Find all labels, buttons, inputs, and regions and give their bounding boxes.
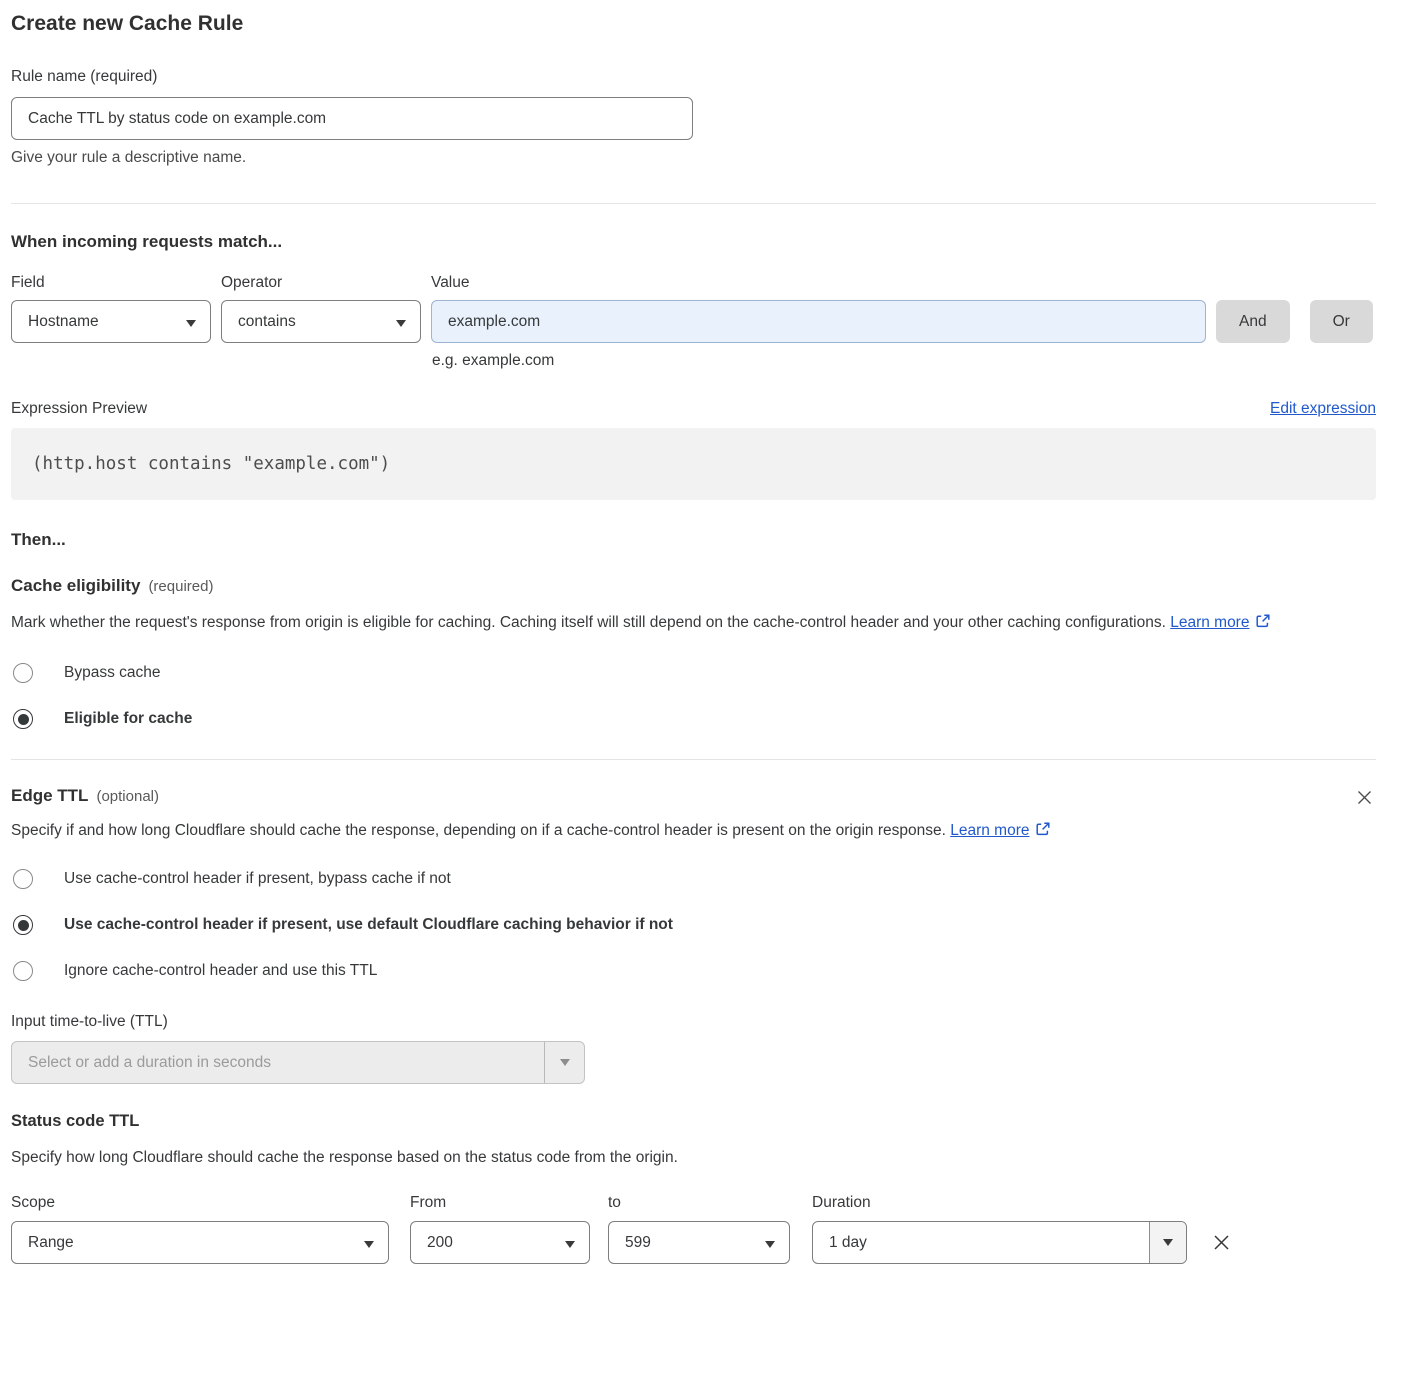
radio-icon [13,709,33,729]
cache-eligibility-heading: Cache eligibility (required) [11,576,1376,596]
learn-more-label: Learn more [950,822,1029,839]
from-select[interactable]: 200 [410,1221,590,1264]
duration-label: Duration [812,1194,1187,1212]
match-heading: When incoming requests match... [11,232,1376,252]
section-divider [11,203,1376,204]
remove-icon [1211,1232,1232,1253]
edge-ttl-header: Edge TTL (optional) [11,786,1376,809]
status-code-ttl-row: Scope Range From 200 to 599 Duration 1 d… [11,1178,1376,1264]
status-code-ttl-heading: Status code TTL [11,1112,1376,1131]
from-label: From [410,1194,590,1212]
radio-icon [13,961,33,981]
to-label: to [608,1194,790,1212]
match-controls-row: Hostname contains And Or [11,300,1376,343]
radio-cache-control-bypass[interactable]: Use cache-control header if present, byp… [11,869,1376,889]
duration-dropdown-button[interactable] [1149,1222,1186,1263]
close-icon [1355,788,1374,807]
value-input[interactable] [431,300,1206,343]
status-code-ttl-description: Specify how long Cloudflare should cache… [11,1144,1361,1172]
edge-ttl-title: Edge TTL [11,786,88,805]
radio-ignore-cache-control[interactable]: Ignore cache-control header and use this… [11,961,1376,981]
chevron-down-icon [765,1241,775,1248]
create-cache-rule-form: Create new Cache Rule Rule name (require… [11,0,1376,1264]
and-button[interactable]: And [1216,300,1290,343]
cache-eligibility-learn-more-link[interactable]: Learn more [1170,614,1271,631]
radio-cache-control-default[interactable]: Use cache-control header if present, use… [11,915,1376,935]
rule-name-help: Give your rule a descriptive name. [11,149,1376,167]
radio-label: Use cache-control header if present, byp… [64,870,451,888]
ttl-duration-dropdown-button[interactable] [544,1042,584,1083]
value-label: Value [431,274,470,292]
duration-select[interactable]: 1 day [812,1221,1187,1264]
remove-status-code-rule-button[interactable] [1209,1230,1234,1255]
ttl-duration-placeholder: Select or add a duration in seconds [12,1042,544,1083]
page-title: Create new Cache Rule [11,12,1376,36]
cache-eligibility-requirement: (required) [148,578,213,595]
rule-name-label: Rule name (required) [11,68,1376,86]
expression-preview-row: Expression Preview Edit expression [11,400,1376,418]
edge-ttl-heading: Edge TTL (optional) [11,786,159,806]
radio-icon [13,869,33,889]
chevron-down-icon [396,320,406,327]
ttl-input-label: Input time-to-live (TTL) [11,1013,1376,1031]
cache-eligibility-description: Mark whether the request's response from… [11,609,1361,637]
chevron-down-icon [186,320,196,327]
external-link-icon [1255,613,1271,629]
edge-ttl-description-text: Specify if and how long Cloudflare shoul… [11,822,946,839]
edge-ttl-learn-more-link[interactable]: Learn more [950,822,1051,839]
field-select-value: Hostname [28,313,99,331]
scope-select[interactable]: Range [11,1221,389,1264]
duration-column: Duration 1 day [812,1178,1187,1264]
then-heading: Then... [11,530,1376,550]
chevron-down-icon [1163,1239,1173,1246]
value-help: e.g. example.com [432,352,1376,370]
field-label: Field [11,274,221,292]
external-link-icon [1035,821,1051,837]
section-divider [11,759,1376,760]
field-select[interactable]: Hostname [11,300,211,343]
expression-code: (http.host contains "example.com") [32,454,390,474]
operator-select-value: contains [238,313,296,331]
operator-select[interactable]: contains [221,300,421,343]
scope-select-value: Range [28,1234,74,1252]
edge-ttl-requirement: (optional) [96,788,159,805]
edit-expression-link[interactable]: Edit expression [1270,400,1376,418]
to-column: to 599 [608,1178,790,1264]
edge-ttl-description: Specify if and how long Cloudflare shoul… [11,817,1361,845]
expression-preview-label: Expression Preview [11,400,147,418]
ttl-duration-select[interactable]: Select or add a duration in seconds [11,1041,585,1084]
radio-label: Use cache-control header if present, use… [64,916,673,934]
chevron-down-icon [364,1241,374,1248]
cache-eligibility-description-text: Mark whether the request's response from… [11,614,1166,631]
to-select-value: 599 [625,1234,651,1252]
cache-eligibility-title: Cache eligibility [11,576,140,595]
scope-label: Scope [11,1194,389,1212]
from-select-value: 200 [427,1234,453,1252]
radio-icon [13,663,33,683]
learn-more-label: Learn more [1170,614,1249,631]
radio-bypass-cache[interactable]: Bypass cache [11,663,1376,683]
rule-name-input[interactable] [11,97,693,140]
match-labels-row: Field Operator Value [11,274,1376,292]
radio-label: Ignore cache-control header and use this… [64,962,377,980]
duration-select-value: 1 day [813,1222,1149,1263]
radio-eligible-for-cache[interactable]: Eligible for cache [11,709,1376,729]
expression-code-block: (http.host contains "example.com") [11,428,1376,500]
chevron-down-icon [565,1241,575,1248]
from-column: From 200 [410,1178,590,1264]
radio-label: Bypass cache [64,664,161,682]
chevron-down-icon [560,1059,570,1066]
scope-column: Scope Range [11,1178,389,1264]
radio-label: Eligible for cache [64,710,192,728]
edge-ttl-close-button[interactable] [1353,786,1376,809]
or-button[interactable]: Or [1310,300,1373,343]
operator-label: Operator [221,274,431,292]
to-select[interactable]: 599 [608,1221,790,1264]
radio-icon [13,915,33,935]
